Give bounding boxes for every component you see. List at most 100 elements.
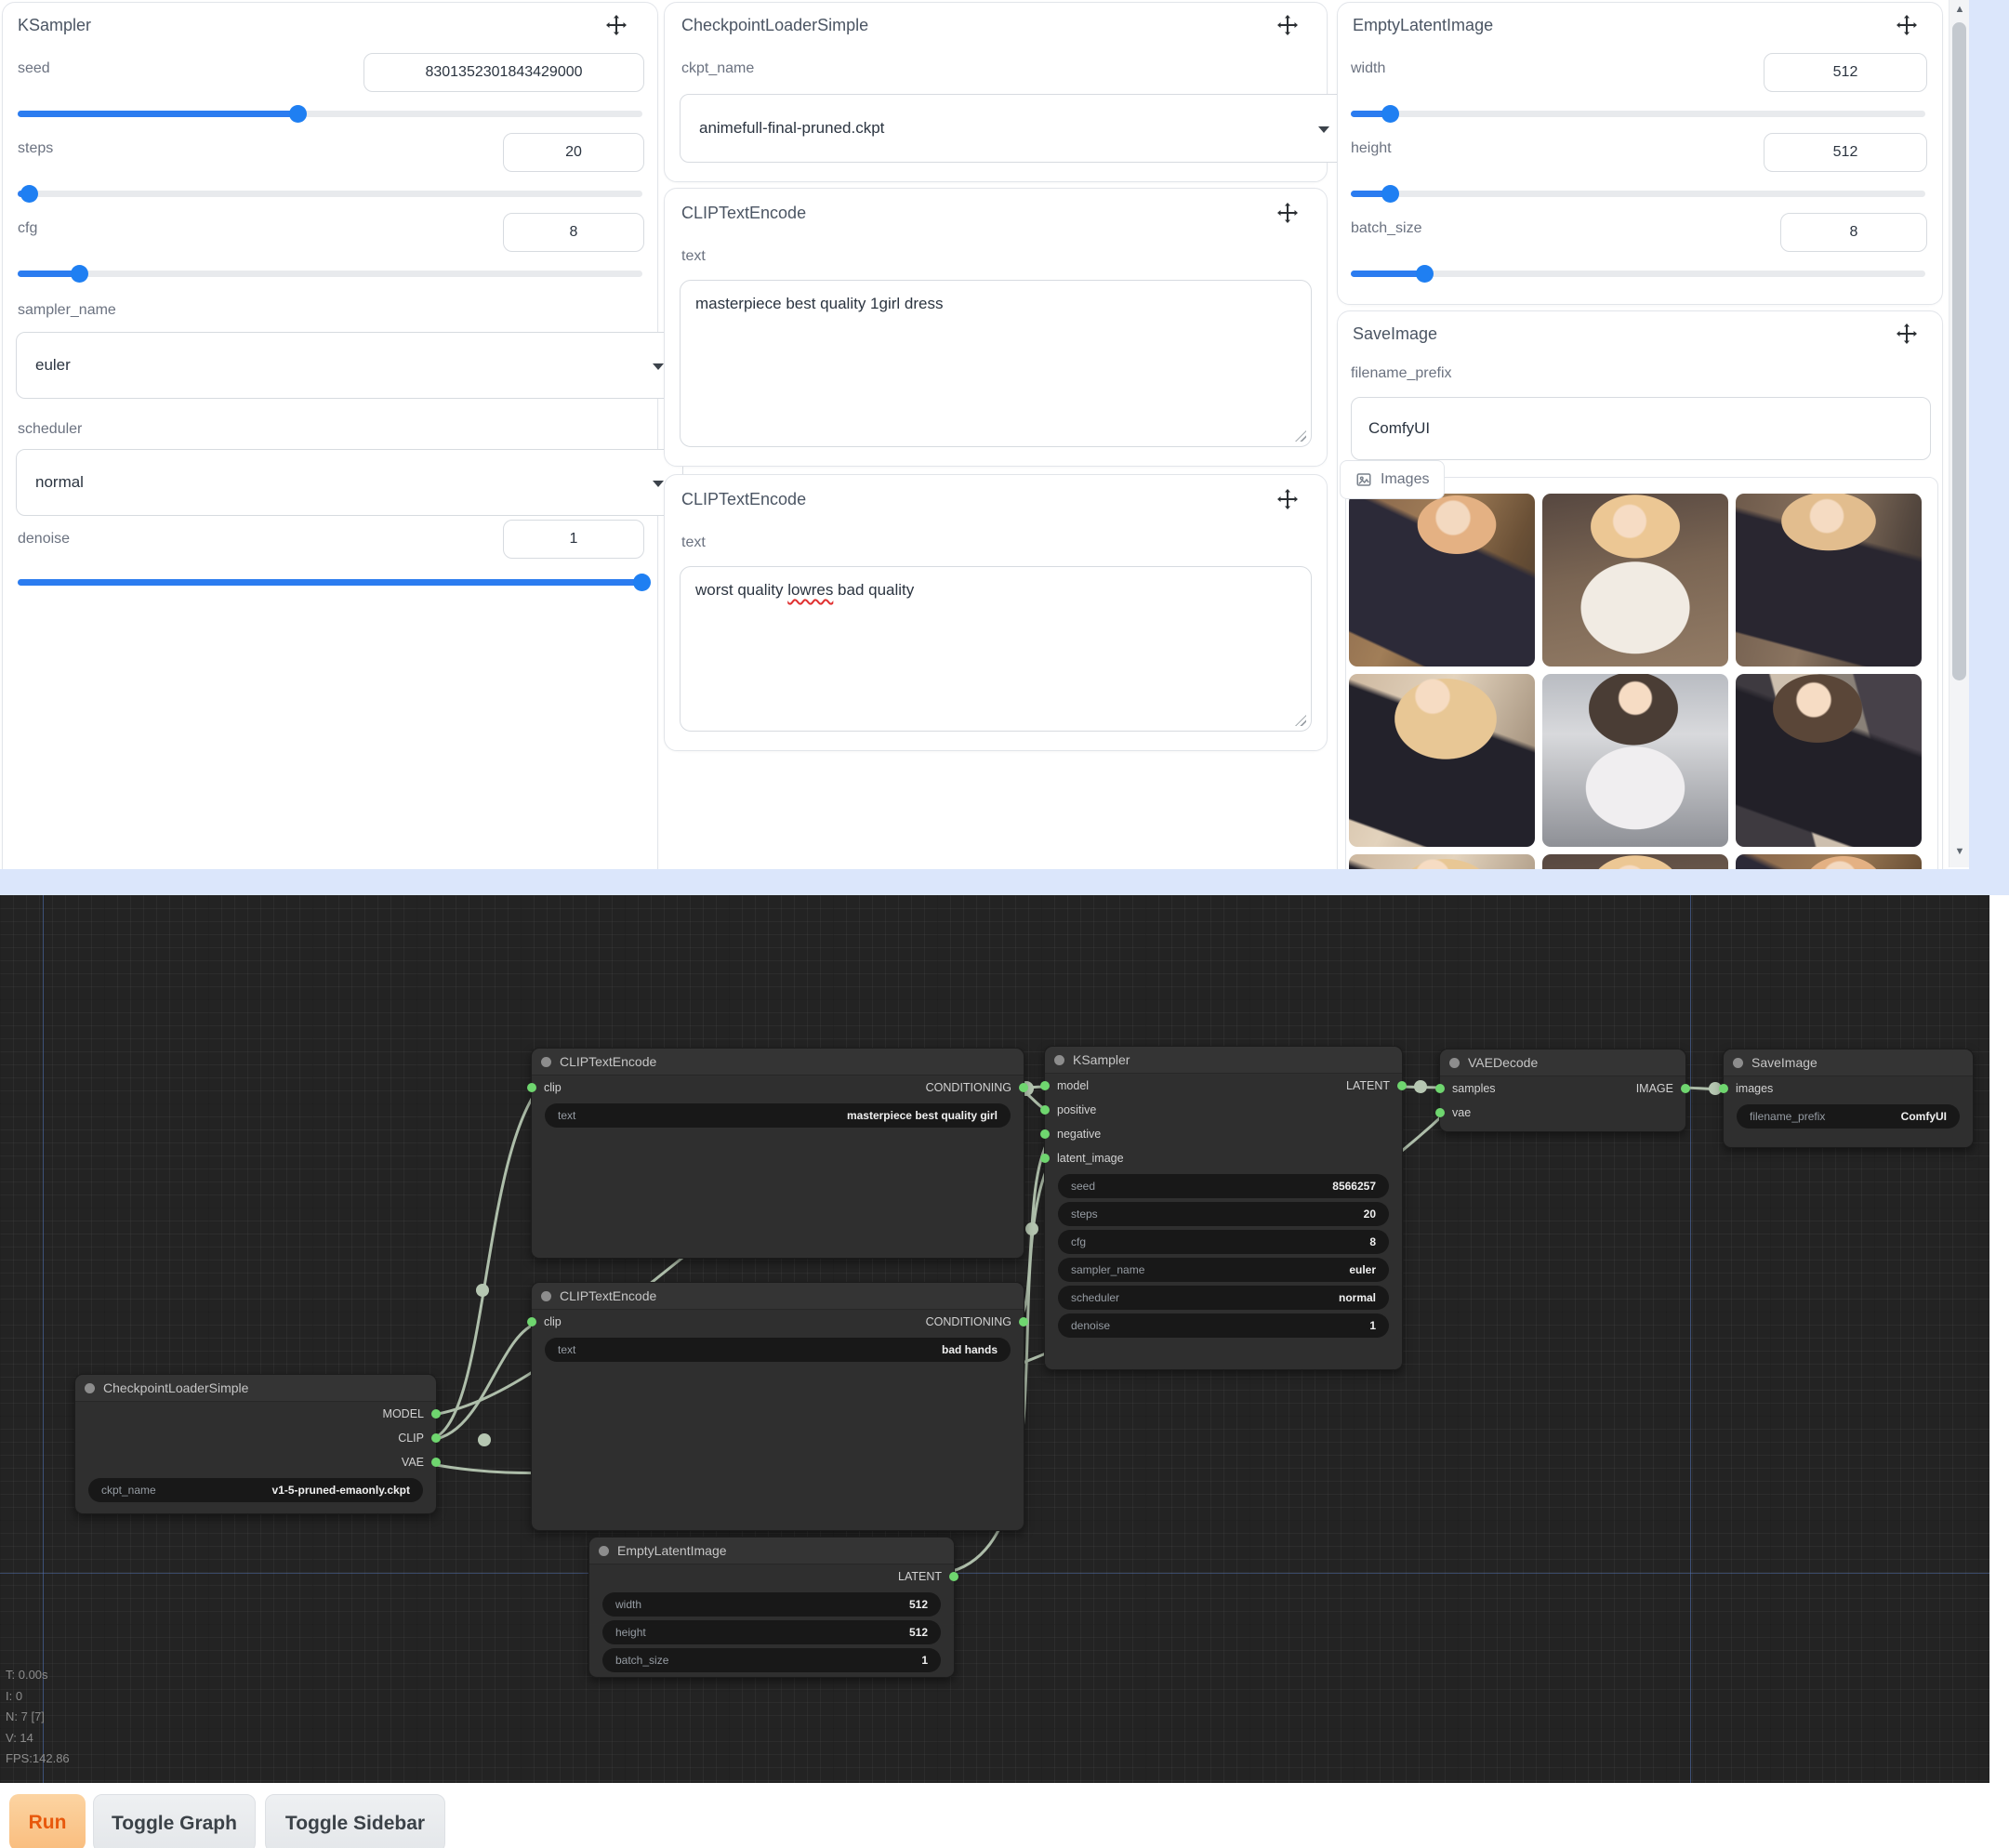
- generated-image-4[interactable]: [1349, 674, 1535, 847]
- filename-prefix-widget[interactable]: filename_prefixComfyUI: [1737, 1104, 1960, 1129]
- graph-node-saveimage[interactable]: SaveImage images filename_prefixComfyUI: [1723, 1049, 1974, 1148]
- move-icon[interactable]: [1276, 14, 1299, 36]
- move-icon[interactable]: [605, 14, 628, 36]
- generated-image-5[interactable]: [1542, 674, 1728, 847]
- input-port-samples[interactable]: samples: [1451, 1082, 1496, 1095]
- ckpt-name-label: ckpt_name: [681, 60, 754, 77]
- sampler-name-widget[interactable]: sampler_nameeuler: [1058, 1258, 1389, 1282]
- width-widget[interactable]: width512: [602, 1592, 941, 1617]
- width-input[interactable]: 512: [1764, 53, 1927, 92]
- link-clip-negative: [427, 1323, 538, 1440]
- batch-size-input[interactable]: 8: [1780, 213, 1927, 252]
- seed-slider[interactable]: [18, 105, 642, 122]
- height-input[interactable]: 512: [1764, 133, 1927, 172]
- steps-slider[interactable]: [18, 185, 642, 202]
- graph-node-vaedecode[interactable]: VAEDecode samples IMAGE vae: [1439, 1049, 1686, 1132]
- vertical-scrollbar[interactable]: ▲ ▼: [1949, 0, 1970, 867]
- steps-input[interactable]: 20: [503, 133, 644, 172]
- scheduler-widget[interactable]: schedulernormal: [1058, 1286, 1389, 1310]
- scroll-up-icon[interactable]: ▲: [1950, 4, 1970, 15]
- stat-time: T: 0.00s: [6, 1665, 70, 1686]
- output-port-latent[interactable]: LATENT: [1346, 1079, 1391, 1092]
- sampler-name-select[interactable]: euler: [16, 332, 683, 399]
- denoise-slider[interactable]: [18, 574, 642, 590]
- denoise-input[interactable]: 1: [503, 520, 644, 559]
- negative-prompt-textarea[interactable]: worst quality lowres bad quality: [680, 566, 1312, 732]
- input-port-clip[interactable]: clip: [543, 1081, 562, 1094]
- width-slider[interactable]: [1351, 105, 1925, 122]
- scheduler-select[interactable]: normal: [16, 449, 683, 516]
- cfg-slider[interactable]: [18, 265, 642, 282]
- port-dot: [431, 1409, 441, 1419]
- ckpt-name-select[interactable]: animefull-final-pruned.ckpt: [680, 94, 1349, 163]
- empty-latent-panel: EmptyLatentImage width 512 height 512 ba…: [1337, 2, 1943, 305]
- toggle-sidebar-button[interactable]: Toggle Sidebar: [265, 1794, 445, 1848]
- graph-node-checkpoint[interactable]: CheckpointLoaderSimple MODEL CLIP VAE ck…: [74, 1374, 437, 1514]
- port-dot: [1719, 1084, 1728, 1093]
- scrollbar-thumb[interactable]: [1952, 22, 1966, 680]
- height-widget[interactable]: height512: [602, 1620, 941, 1644]
- seed-label: seed: [18, 60, 50, 77]
- graph-node-clip-positive[interactable]: CLIPTextEncode clip CONDITIONING textmas…: [531, 1048, 1024, 1259]
- save-image-panel: SaveImage filename_prefix ComfyUI Images: [1337, 310, 1943, 869]
- output-port-vae[interactable]: VAE: [402, 1456, 425, 1469]
- generated-image-9[interactable]: [1736, 854, 1922, 869]
- ckpt-name-widget[interactable]: ckpt_namev1-5-pruned-emaonly.ckpt: [88, 1478, 423, 1502]
- chevron-down-icon: [1318, 126, 1329, 133]
- port-dot: [527, 1317, 536, 1327]
- input-port-clip[interactable]: clip: [543, 1315, 562, 1328]
- height-slider[interactable]: [1351, 185, 1925, 202]
- node-title: CLIPTextEncode: [560, 1054, 656, 1069]
- output-port-clip[interactable]: CLIP: [398, 1432, 425, 1445]
- node-status-dot: [541, 1291, 551, 1301]
- resize-grip[interactable]: [1295, 715, 1306, 726]
- cfg-widget[interactable]: cfg8: [1058, 1230, 1389, 1254]
- denoise-widget[interactable]: denoise1: [1058, 1313, 1389, 1338]
- reroute-dot: [1414, 1080, 1427, 1093]
- input-port-model[interactable]: model: [1056, 1079, 1089, 1092]
- cfg-input[interactable]: 8: [503, 213, 644, 252]
- output-port-conditioning[interactable]: CONDITIONING: [926, 1315, 1012, 1328]
- positive-prompt-textarea[interactable]: masterpiece best quality 1girl dress: [680, 280, 1312, 447]
- scroll-down-icon[interactable]: ▼: [1950, 846, 1970, 857]
- output-port-image[interactable]: IMAGE: [1636, 1082, 1674, 1095]
- input-port-latent-image[interactable]: latent_image: [1056, 1152, 1124, 1165]
- graph-node-clip-negative[interactable]: CLIPTextEncode clip CONDITIONING textbad…: [531, 1282, 1024, 1531]
- graph-node-emptylatent[interactable]: EmptyLatentImage LATENT width512 height5…: [588, 1537, 955, 1678]
- seed-input[interactable]: 8301352301843429000: [363, 53, 644, 92]
- toggle-graph-button[interactable]: Toggle Graph: [93, 1794, 256, 1848]
- port-dot: [1397, 1081, 1407, 1090]
- text-widget[interactable]: textbad hands: [545, 1338, 1011, 1362]
- input-port-negative[interactable]: negative: [1056, 1128, 1101, 1141]
- move-icon[interactable]: [1276, 488, 1299, 510]
- graph-node-ksampler[interactable]: KSampler model LATENT positive negative …: [1044, 1046, 1403, 1370]
- run-button[interactable]: Run: [9, 1794, 86, 1848]
- port-dot: [1435, 1108, 1445, 1117]
- resize-grip[interactable]: [1295, 430, 1306, 442]
- generated-image-2[interactable]: [1542, 494, 1728, 667]
- generated-image-6[interactable]: [1736, 674, 1922, 847]
- sampler-name-label: sampler_name: [18, 302, 116, 319]
- steps-widget[interactable]: steps20: [1058, 1202, 1389, 1226]
- move-icon[interactable]: [1896, 14, 1918, 36]
- batch-size-slider[interactable]: [1351, 265, 1925, 282]
- generated-image-8[interactable]: [1542, 854, 1728, 869]
- input-port-positive[interactable]: positive: [1056, 1103, 1096, 1116]
- output-port-latent[interactable]: LATENT: [898, 1570, 943, 1583]
- output-port-conditioning[interactable]: CONDITIONING: [926, 1081, 1012, 1094]
- seed-widget[interactable]: seed8566257: [1058, 1174, 1389, 1198]
- text-widget[interactable]: textmasterpiece best quality girl: [545, 1103, 1011, 1128]
- node-graph-canvas[interactable]: CLIPTextEncode clip CONDITIONING textmas…: [0, 895, 1989, 1783]
- move-icon[interactable]: [1276, 202, 1299, 224]
- batch-size-widget[interactable]: batch_size1: [602, 1648, 941, 1672]
- generated-image-7[interactable]: [1349, 854, 1535, 869]
- filename-prefix-input[interactable]: ComfyUI: [1351, 397, 1931, 460]
- generated-image-3[interactable]: [1736, 494, 1922, 667]
- input-port-vae[interactable]: vae: [1451, 1106, 1471, 1119]
- right-gutter: [1969, 0, 2009, 895]
- checkpoint-panel: CheckpointLoaderSimple ckpt_name animefu…: [664, 2, 1328, 182]
- input-port-images[interactable]: images: [1735, 1082, 1773, 1095]
- output-port-model[interactable]: MODEL: [383, 1407, 425, 1420]
- move-icon[interactable]: [1896, 323, 1918, 345]
- generated-image-1[interactable]: [1349, 494, 1535, 667]
